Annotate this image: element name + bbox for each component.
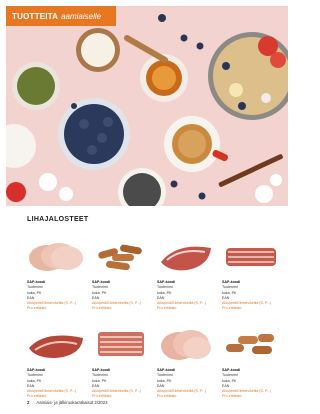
footer-title: Aamiais- ja jälkiruokaratkaisut 2/2023 xyxy=(36,400,108,405)
banner-subtitle: aamiaiselle xyxy=(61,11,102,21)
product-note: Pro-ertiiesto xyxy=(222,306,242,311)
ham-slices-image xyxy=(27,238,85,274)
product-info: SAP-koodi Tuotenimi kuka, PK EAN Alkuper… xyxy=(92,368,152,400)
breakfast-table-illustration xyxy=(6,6,288,206)
product-note: Pro-ertiiesto xyxy=(157,394,177,399)
product-note: Pro-ertiiesto xyxy=(27,306,47,311)
product-card: SAP-koodi Tuotenimi kuka, PK EAN Alkuper… xyxy=(27,238,85,310)
product-note: Pro-ertiiesto xyxy=(222,394,242,399)
product-info: SAP-koodi Tuotenimi kuka, PK EAN Alkuper… xyxy=(27,368,87,400)
section-title: LIHAJALOSTEET xyxy=(27,216,89,223)
product-card: SAP-koodi Tuotenimi kuka, PK EAN Alkuper… xyxy=(157,238,215,310)
sausages-image xyxy=(92,238,150,274)
product-note: Pro-ertiiesto xyxy=(27,394,47,399)
hero-image: TUOTTEITA aamiaiselle xyxy=(6,6,288,206)
product-info: SAP-koodi Tuotenimi kuka, PK EAN Alkuper… xyxy=(27,280,87,312)
smoked-ham-image xyxy=(157,238,215,274)
bacon-slices-image xyxy=(222,238,280,274)
bacon-strips-image xyxy=(92,326,150,362)
page-footer: 2 Aamiais- ja jälkiruokaratkaisut 2/2023 xyxy=(27,400,108,405)
product-info: SAP-koodi Tuotenimi kuka, PK EAN Alkuper… xyxy=(157,280,217,312)
product-card: SAP-koodi Tuotenimi kuka, PK EAN Alkuper… xyxy=(27,326,85,398)
product-card: SAP-koodi Tuotenimi kuka, PK EAN Alkuper… xyxy=(92,326,150,398)
product-card: SAP-koodi Tuotenimi kuka, PK EAN Alkuper… xyxy=(157,326,215,398)
product-note: Pro-ertiiesto xyxy=(92,394,112,399)
product-card: SAP-koodi Tuotenimi kuka, PK EAN Alkuper… xyxy=(92,238,150,310)
product-card: SAP-koodi Tuotenimi kuka, PK EAN Alkuper… xyxy=(222,326,280,398)
product-card: SAP-koodi Tuotenimi kuka, PK EAN Alkuper… xyxy=(222,238,280,310)
mini-sausages-image xyxy=(222,326,280,362)
banner: TUOTTEITA aamiaiselle xyxy=(6,6,116,26)
page-number: 2 xyxy=(27,400,30,405)
product-note: Pro-ertiiesto xyxy=(157,306,177,311)
cured-ham-image xyxy=(27,326,85,362)
turkey-slices-image xyxy=(157,326,215,362)
product-info: SAP-koodi Tuotenimi kuka, PK EAN Alkuper… xyxy=(222,280,282,312)
banner-title: TUOTTEITA xyxy=(12,11,59,21)
product-note: Pro-ertiiesto xyxy=(92,306,112,311)
product-info: SAP-koodi Tuotenimi kuka, PK EAN Alkuper… xyxy=(157,368,217,400)
product-info: SAP-koodi Tuotenimi kuka, PK EAN Alkuper… xyxy=(222,368,282,400)
product-info: SAP-koodi Tuotenimi kuka, PK EAN Alkuper… xyxy=(92,280,152,312)
